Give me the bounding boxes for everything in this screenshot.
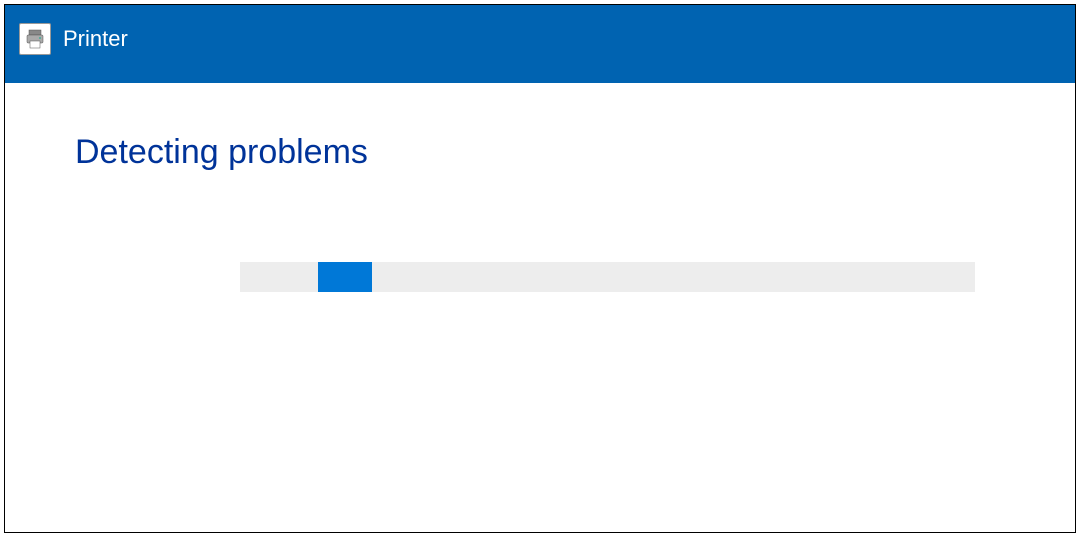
content-area: Detecting problems bbox=[5, 83, 1075, 532]
progress-bar-track bbox=[240, 262, 975, 292]
troubleshooter-window: Printer Detecting problems bbox=[4, 4, 1076, 533]
title-bar: Printer bbox=[5, 5, 1075, 83]
window-title: Printer bbox=[63, 23, 128, 55]
progress-bar-indicator bbox=[318, 262, 372, 292]
status-heading: Detecting problems bbox=[75, 133, 1005, 172]
printer-icon bbox=[19, 23, 51, 55]
